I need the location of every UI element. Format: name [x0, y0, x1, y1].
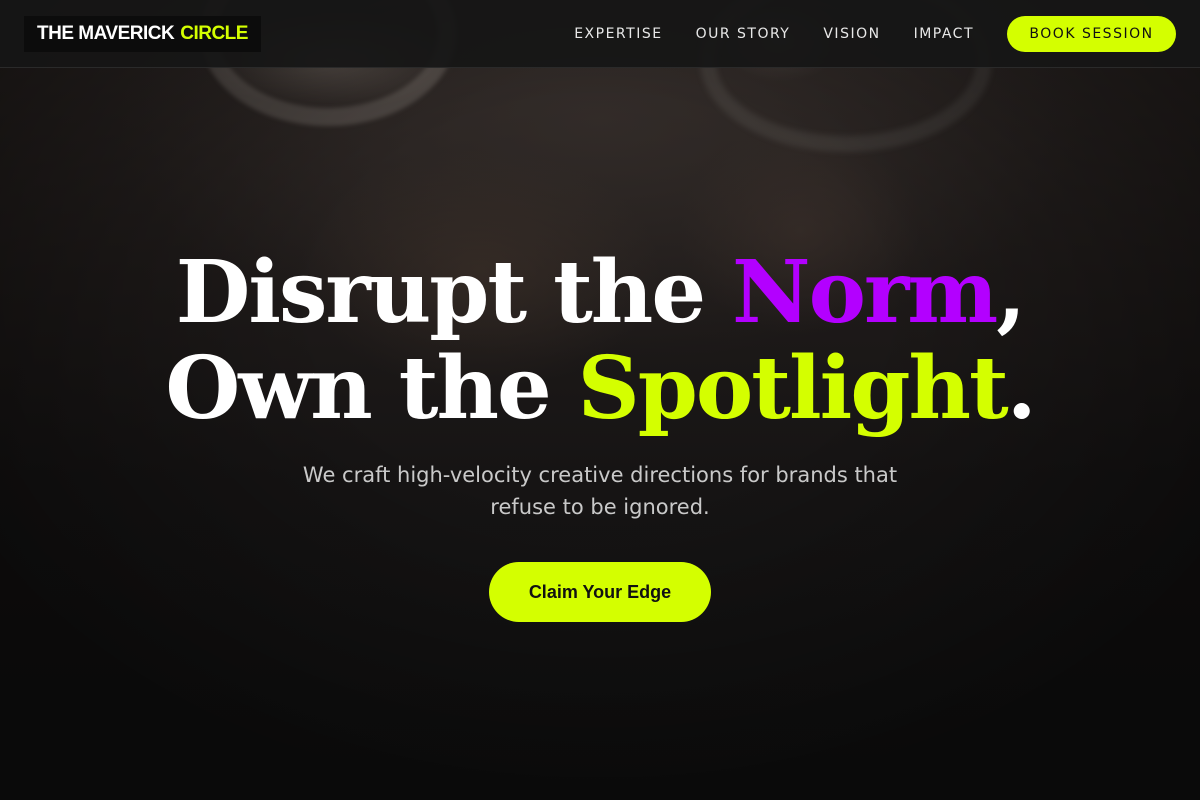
brand-logo[interactable]: THE MAVERICK CIRCLE: [24, 16, 261, 52]
brand-name-accent: CIRCLE: [180, 23, 248, 44]
hero-headline: Disrupt the Norm, Own the Spotlight.: [0, 245, 1200, 437]
headline-line-1: Disrupt the Norm,: [175, 242, 1026, 343]
headline-text: Disrupt the: [175, 242, 732, 343]
brand-name: THE MAVERICK: [37, 23, 175, 44]
nav-link-impact[interactable]: IMPACT: [914, 26, 974, 42]
headline-line-2: Own the Spotlight.: [165, 338, 1037, 439]
nav-link-our-story[interactable]: OUR STORY: [696, 26, 791, 42]
nav-link-vision[interactable]: VISION: [823, 26, 880, 42]
book-session-button[interactable]: BOOK SESSION: [1007, 16, 1176, 52]
headline-text: Own the: [165, 338, 578, 439]
hero-subtitle: We craft high-velocity creative directio…: [302, 463, 898, 519]
nav-link-expertise[interactable]: EXPERTISE: [574, 26, 662, 42]
claim-your-edge-button[interactable]: Claim Your Edge: [489, 562, 711, 622]
headline-highlight-spotlight: Spotlight: [577, 338, 1009, 439]
top-navbar: THE MAVERICK CIRCLE EXPERTISE OUR STORY …: [0, 0, 1200, 68]
primary-nav: EXPERTISE OUR STORY VISION IMPACT: [574, 0, 974, 68]
headline-punctuation: .: [1006, 338, 1037, 439]
headline-punctuation: ,: [996, 242, 1026, 343]
hero-section: Disrupt the Norm, Own the Spotlight. We …: [0, 245, 1200, 622]
headline-highlight-norm: Norm: [731, 242, 998, 343]
landing-page: THE MAVERICK CIRCLE EXPERTISE OUR STORY …: [0, 0, 1200, 800]
